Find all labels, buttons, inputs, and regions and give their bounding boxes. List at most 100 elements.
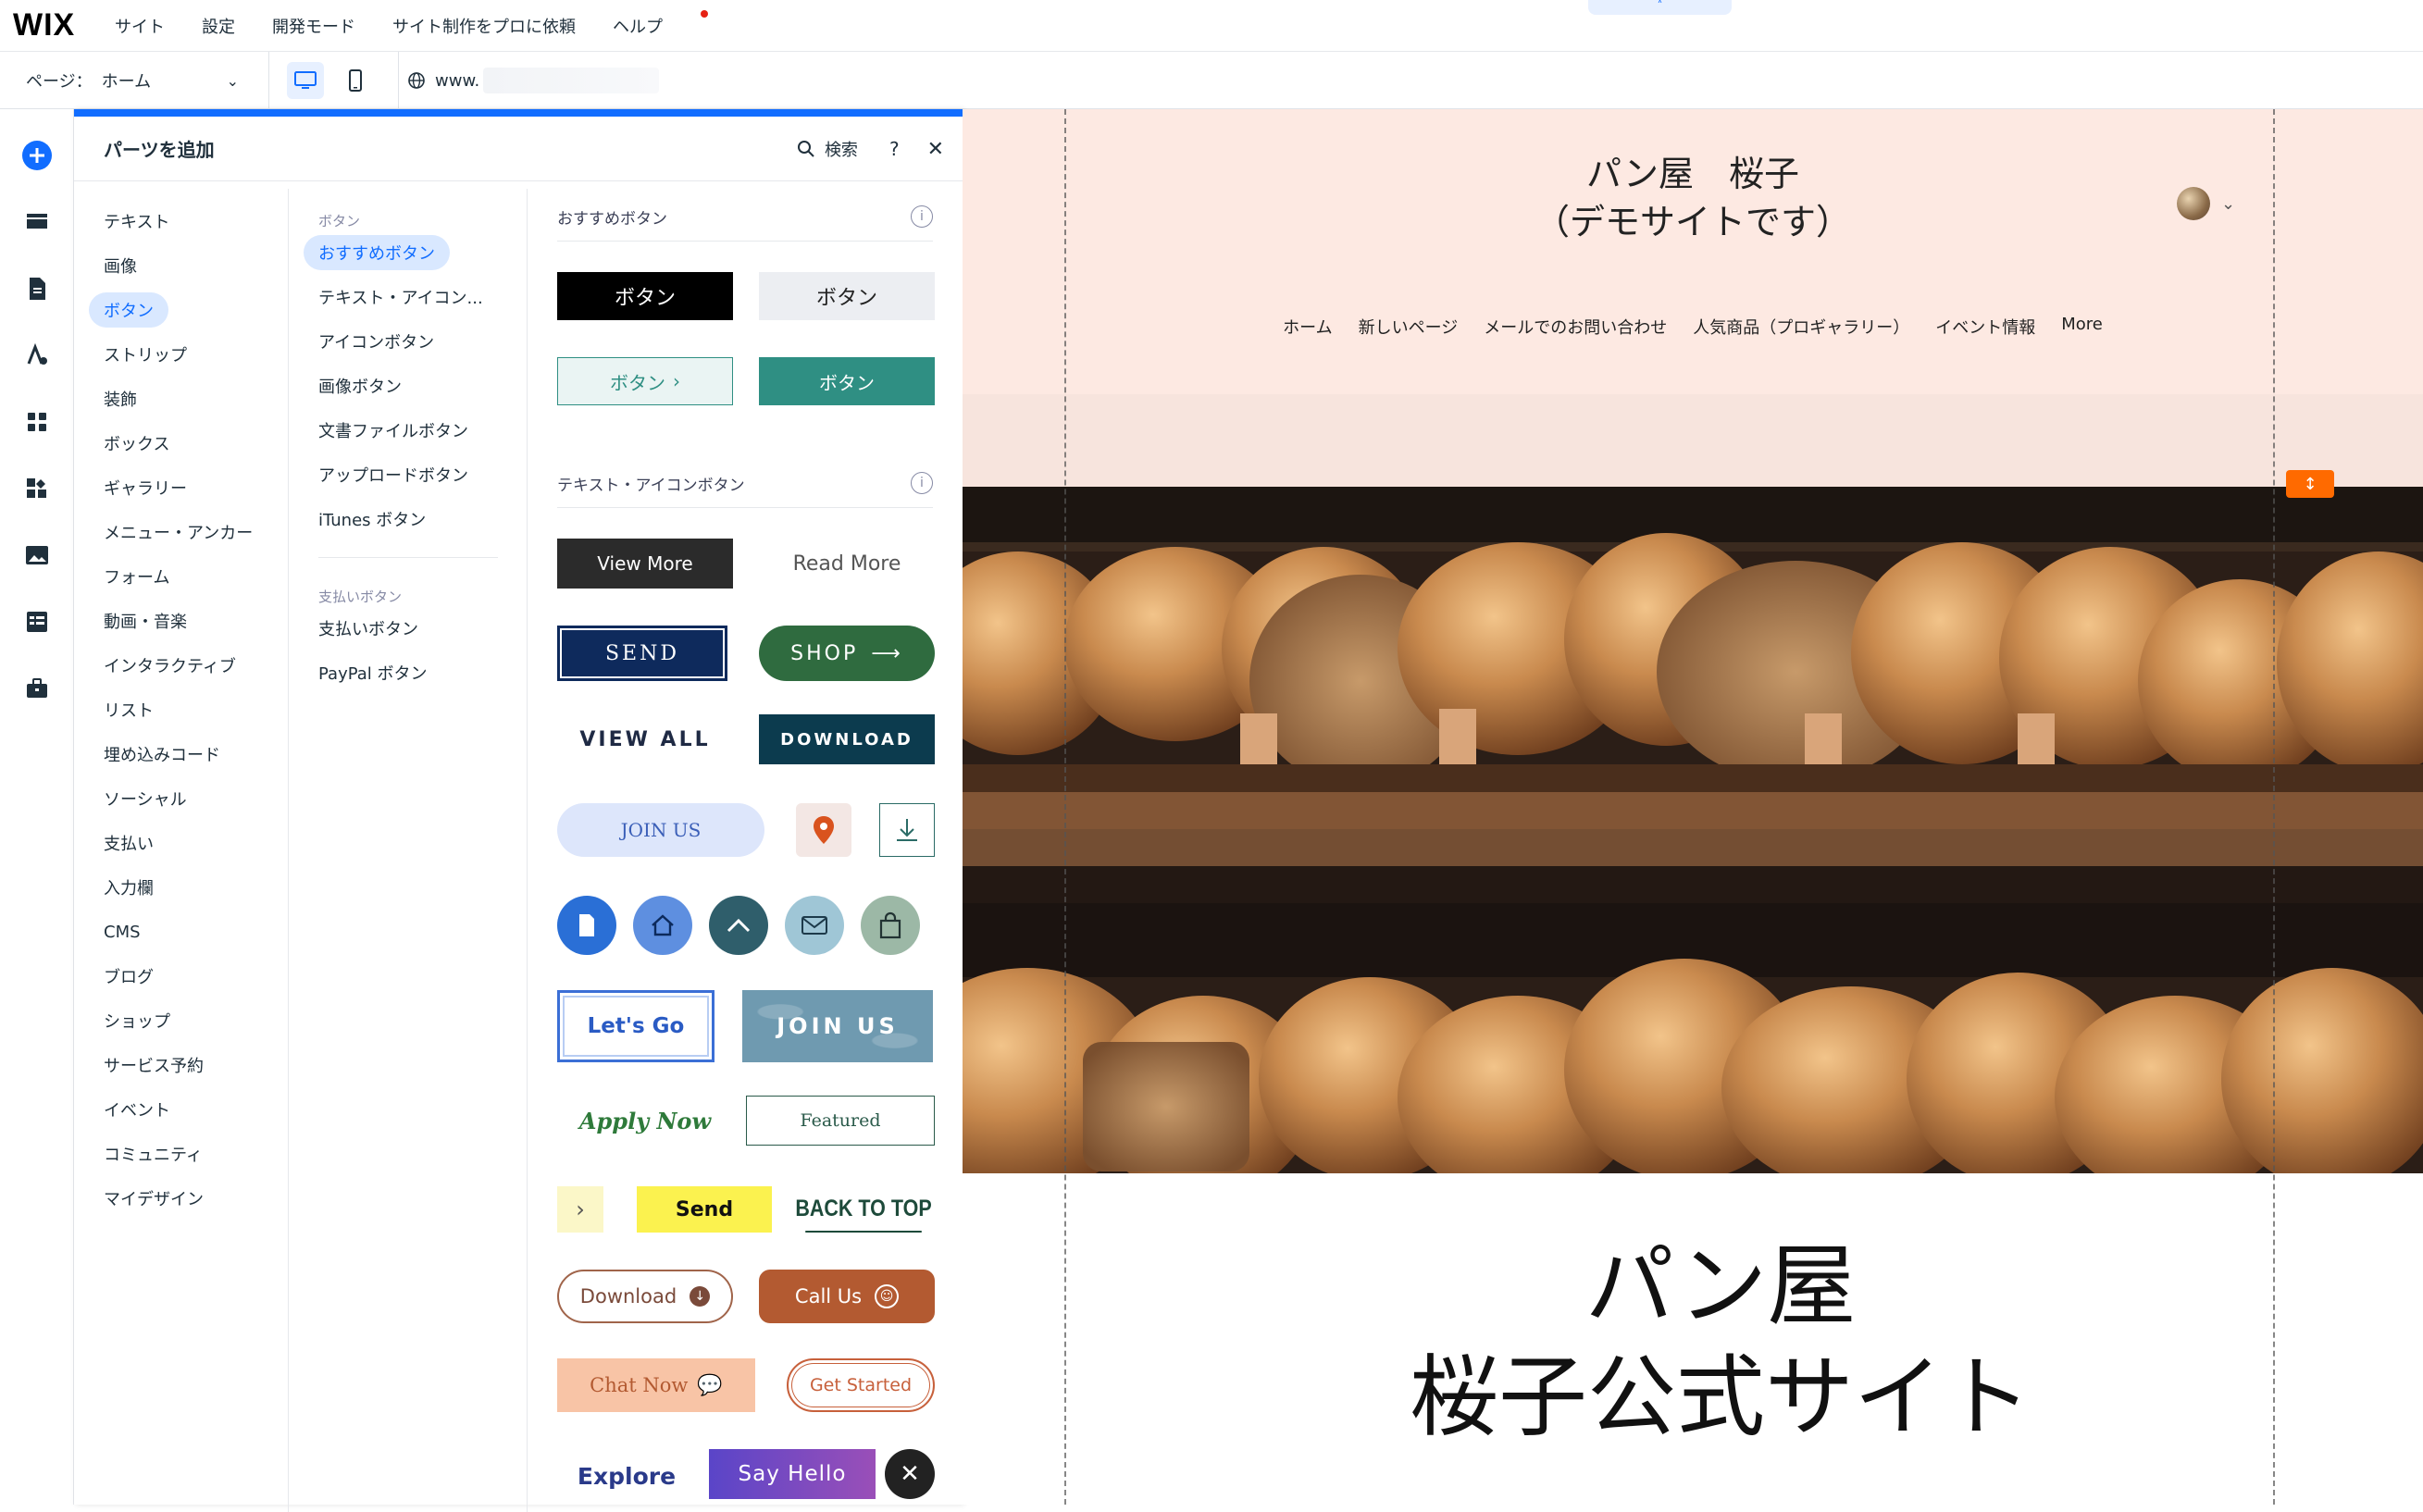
back-to-top-button[interactable]: BACK TO TOP	[795, 1186, 932, 1233]
design-button[interactable]	[19, 337, 56, 374]
business-apps-button[interactable]	[19, 470, 56, 507]
subcategory-item[interactable]: アップロードボタン	[304, 457, 483, 492]
category-item[interactable]: フォーム	[89, 559, 184, 594]
download-icon-button[interactable]	[879, 803, 935, 857]
send-yellow-button[interactable]: Send	[637, 1186, 772, 1233]
category-item[interactable]: ギャラリー	[89, 470, 202, 505]
category-item[interactable]: 埋め込みコード	[89, 737, 235, 772]
subcategory-item[interactable]: 画像ボタン	[304, 368, 416, 403]
menu-dev-mode[interactable]: 開発モード	[272, 14, 355, 38]
category-item[interactable]: 支払い	[89, 825, 168, 861]
chat-now-button[interactable]: Chat Now 💬	[557, 1358, 755, 1412]
close-circle-button[interactable]: ✕	[885, 1449, 935, 1499]
explore-button[interactable]: Explore	[557, 1449, 696, 1503]
nav-home[interactable]: ホーム	[1283, 315, 1332, 339]
subcategory-item[interactable]: アイコンボタン	[304, 324, 449, 359]
chevron-right-button[interactable]: ›	[557, 1186, 603, 1233]
apply-now-button[interactable]: Apply Now	[557, 1096, 733, 1146]
scroll-up-circle-button[interactable]	[709, 896, 768, 955]
collapse-topbar-button[interactable]: ˄	[1588, 0, 1732, 15]
member-login[interactable]: ⌄	[2177, 187, 2235, 220]
desktop-view-button[interactable]	[287, 62, 324, 99]
preset-button-outline-arrow[interactable]: ボタン ›	[557, 357, 733, 405]
shopping-bag-circle-button[interactable]	[861, 896, 920, 955]
get-started-button[interactable]: Get Started	[787, 1358, 935, 1412]
view-more-button[interactable]: View More	[557, 539, 733, 589]
category-item[interactable]: イベント	[89, 1092, 185, 1127]
site-url-bar[interactable]: www.	[407, 62, 2416, 99]
category-item[interactable]: ショップ	[89, 1003, 185, 1038]
category-item[interactable]: ブログ	[89, 959, 168, 994]
home-circle-button[interactable]	[633, 896, 692, 955]
nav-new-page[interactable]: 新しいページ	[1359, 315, 1459, 339]
category-item[interactable]: ボックス	[89, 426, 184, 461]
nav-events[interactable]: イベント情報	[1935, 315, 2035, 339]
subcategory-item[interactable]: 支払いボタン	[304, 611, 433, 646]
category-item[interactable]: ソーシャル	[89, 781, 202, 816]
location-pin-button[interactable]	[796, 803, 851, 857]
apps-button[interactable]	[19, 403, 56, 440]
media-button[interactable]	[19, 537, 56, 574]
nav-contact[interactable]: メールでのお問い合わせ	[1484, 315, 1667, 339]
nav-gallery[interactable]: 人気商品（プロギャラリー）	[1693, 315, 1909, 339]
featured-button[interactable]: Featured	[746, 1096, 935, 1146]
download-caps-button[interactable]: DOWNLOAD	[759, 714, 935, 764]
add-elements-button[interactable]	[19, 137, 56, 174]
cms-button[interactable]	[19, 603, 56, 640]
read-more-button[interactable]: Read More	[759, 539, 935, 589]
mail-circle-button[interactable]	[785, 896, 844, 955]
category-item[interactable]: CMS	[89, 914, 155, 949]
category-item[interactable]: テキスト	[89, 204, 184, 239]
category-item[interactable]: メニュー・アンカー	[89, 514, 267, 550]
info-icon[interactable]: i	[911, 472, 933, 494]
preset-button-gray[interactable]: ボタン	[759, 272, 935, 320]
join-us-pill-button[interactable]: JOIN US	[557, 803, 764, 857]
document-circle-button[interactable]	[557, 896, 616, 955]
lets-go-button[interactable]: Let's Go	[557, 990, 714, 1062]
join-us-leaf-button[interactable]: JOIN US	[742, 990, 933, 1062]
category-item[interactable]: 入力欄	[89, 870, 168, 905]
call-us-button[interactable]: Call Us ☺	[759, 1270, 935, 1323]
menu-hire-pro[interactable]: サイト制作をプロに依頼	[392, 14, 576, 38]
help-button[interactable]: ?	[889, 138, 900, 160]
menu-settings[interactable]: 設定	[202, 14, 235, 38]
search-button[interactable]: 検索	[797, 137, 858, 161]
mobile-view-button[interactable]	[337, 62, 374, 99]
page-heading[interactable]: パン屋 桜子公式サイト	[963, 1231, 2423, 1453]
subcategory-item[interactable]: 文書ファイルボタン	[304, 413, 483, 448]
category-item-active[interactable]: ボタン	[89, 292, 168, 328]
view-all-button[interactable]: VIEW ALL	[557, 714, 733, 764]
subcategory-item[interactable]: iTunes ボタン	[304, 502, 441, 537]
category-item[interactable]: コミュニティ	[89, 1136, 217, 1171]
portfolio-button[interactable]	[19, 670, 56, 707]
info-icon[interactable]: i	[911, 205, 933, 228]
category-item[interactable]: ストリップ	[89, 337, 202, 372]
category-item[interactable]: 装飾	[89, 381, 152, 416]
subcategory-item[interactable]: PayPal ボタン	[304, 655, 442, 690]
shop-button[interactable]: SHOP ⟶	[759, 626, 935, 681]
subcategory-item-active[interactable]: おすすめボタン	[304, 235, 450, 270]
menu-site[interactable]: サイト	[115, 14, 165, 38]
page-selector[interactable]: ページ： ホーム ⌄	[26, 52, 239, 109]
wix-logo[interactable]: WIX	[13, 7, 115, 43]
subcategory-item[interactable]: テキスト・アイコン...	[304, 279, 498, 315]
site-header[interactable]: パン屋 桜子 （デモサイトです） ⌄ ホーム 新しいページ メールでのお問い合わ…	[963, 109, 2423, 487]
category-item[interactable]: 動画・音楽	[89, 603, 202, 638]
say-hello-button[interactable]: Say Hello	[709, 1449, 876, 1499]
section-resize-handle[interactable]: ↕	[2286, 470, 2334, 498]
category-item[interactable]: リスト	[89, 692, 168, 727]
category-item[interactable]: インタラクティブ	[89, 648, 251, 683]
sections-button[interactable]	[19, 204, 56, 241]
category-item[interactable]: マイデザイン	[89, 1181, 218, 1216]
category-item[interactable]: サービス予約	[89, 1047, 218, 1083]
nav-more[interactable]: More	[2061, 315, 2103, 339]
category-item[interactable]: 画像	[89, 248, 152, 283]
hero-bread-image[interactable]	[963, 487, 2423, 1173]
download-pill-button[interactable]: Download ↓	[557, 1270, 733, 1323]
preset-button-black[interactable]: ボタン	[557, 272, 733, 320]
menu-help[interactable]: ヘルプ	[613, 9, 708, 38]
send-button[interactable]: SEND	[557, 626, 727, 681]
close-icon[interactable]: ✕	[927, 138, 944, 161]
preset-button-teal[interactable]: ボタン	[759, 357, 935, 405]
pages-button[interactable]	[19, 270, 56, 307]
